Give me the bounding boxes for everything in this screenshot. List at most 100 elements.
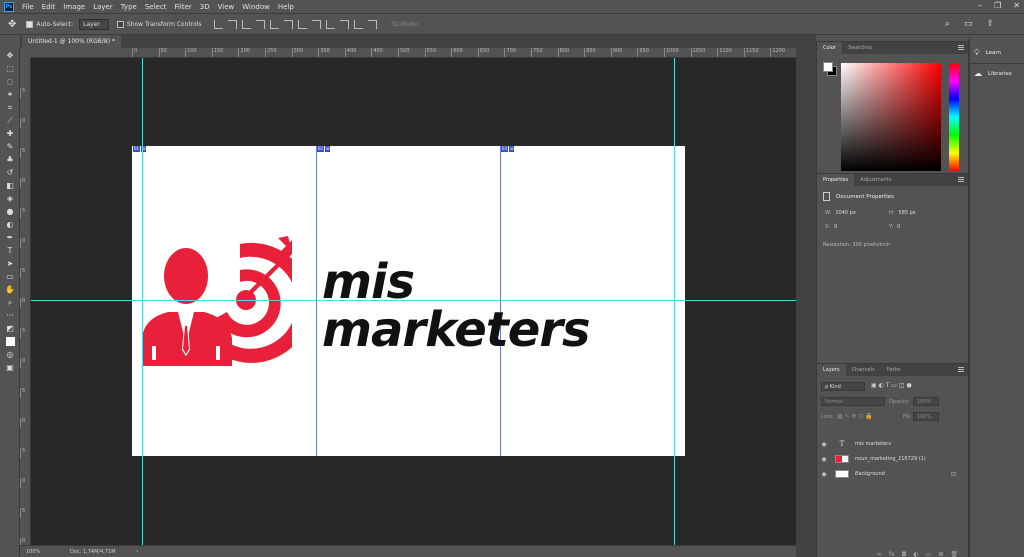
clone-stamp-tool-icon[interactable]: ♣	[3, 154, 17, 165]
guide-line[interactable]	[31, 300, 796, 301]
height-field[interactable]: H: 585 px	[889, 210, 916, 216]
move-tool-icon[interactable]: ✥	[3, 50, 17, 61]
libraries-button[interactable]: ☁ Libraries	[974, 69, 1012, 78]
opacity-field[interactable]: 100%	[913, 397, 939, 406]
menu-edit[interactable]: Edit	[42, 3, 56, 11]
tab-properties[interactable]: Properties	[817, 174, 855, 186]
new-group-icon[interactable]: ▭	[926, 551, 932, 557]
align-right-icon[interactable]	[283, 19, 293, 29]
x-field[interactable]: X: 0	[825, 224, 837, 230]
learn-button[interactable]: 💡︎ Learn	[974, 48, 1001, 58]
more-tools-icon[interactable]: ···	[3, 310, 17, 321]
paint-bucket-tool-icon[interactable]: ◈	[3, 193, 17, 204]
menu-filter[interactable]: Filter	[174, 3, 191, 11]
lock-icons[interactable]: ▦ ✎ ✥ ⊡ 🔒	[837, 413, 873, 420]
marquee-tool-icon[interactable]: ⬚	[3, 63, 17, 74]
foreground-color-icon[interactable]	[3, 336, 17, 347]
slice-badge[interactable]: 02 ⊞	[317, 146, 331, 152]
slice-badge[interactable]: 03 ⊞	[501, 146, 515, 152]
align-top-icon[interactable]	[213, 19, 223, 29]
blend-mode-select[interactable]: Normal	[821, 397, 885, 406]
tab-paths[interactable]: Paths	[881, 364, 907, 376]
blur-tool-icon[interactable]: ●	[3, 206, 17, 217]
document-canvas[interactable]: 01 ⊞ 02 ⊞ 03 ⊞ mis marketers	[132, 146, 685, 456]
distribute-right-icon[interactable]	[367, 19, 377, 29]
guide-line[interactable]	[142, 58, 143, 545]
adjustment-layer-icon[interactable]: ◐	[913, 551, 918, 557]
search-icon[interactable]: ⌕	[945, 19, 950, 29]
close-icon[interactable]: ✕	[1013, 1, 1020, 10]
layer-style-icon[interactable]: fx	[889, 551, 895, 557]
align-center-icon[interactable]	[269, 19, 279, 29]
y-field[interactable]: Y: 0	[889, 224, 900, 230]
distribute-middle-icon[interactable]	[311, 19, 321, 29]
tab-swatches[interactable]: Swatches	[842, 42, 878, 54]
color-field[interactable]	[841, 63, 941, 171]
align-bottom-icon[interactable]	[241, 19, 251, 29]
menu-window[interactable]: Window	[242, 3, 270, 11]
quick-mask-icon[interactable]: ◎	[3, 349, 17, 360]
width-field[interactable]: W: 1040 px	[825, 210, 856, 216]
hand-tool-icon[interactable]: ✋	[3, 284, 17, 295]
dodge-tool-icon[interactable]: ◐	[3, 219, 17, 230]
tab-layers[interactable]: Layers	[817, 364, 846, 376]
vertical-scrollbar[interactable]	[796, 35, 804, 557]
screen-mode-icon[interactable]: ▣	[3, 362, 17, 373]
workspace-icon[interactable]: ▭	[964, 19, 973, 29]
restore-icon[interactable]: ❐	[994, 1, 1001, 10]
layer-row[interactable]: ◉ Background ⊡	[817, 467, 968, 481]
menu-layer[interactable]: Layer	[93, 3, 113, 11]
layer-mask-icon[interactable]: ◘	[902, 551, 907, 557]
healing-brush-tool-icon[interactable]: ✚	[3, 128, 17, 139]
align-left-icon[interactable]	[255, 19, 265, 29]
document-tab[interactable]: Untitled-1 @ 100% (RGB/8) *	[22, 35, 121, 48]
distribute-top-icon[interactable]	[297, 19, 307, 29]
new-layer-icon[interactable]: ⊞	[938, 551, 943, 557]
menu-3d[interactable]: 3D	[200, 3, 210, 11]
zoom-level[interactable]: 100%	[26, 549, 66, 555]
menu-select[interactable]: Select	[145, 3, 167, 11]
menu-view[interactable]: View	[218, 3, 235, 11]
share-icon[interactable]: ⇪	[986, 19, 994, 29]
link-layers-icon[interactable]: ∞	[877, 551, 882, 557]
tab-color[interactable]: Color	[817, 42, 843, 54]
pen-tool-icon[interactable]: ✒	[3, 232, 17, 243]
foreground-swatch[interactable]	[823, 62, 833, 72]
magic-wand-tool-icon[interactable]: ✶	[3, 89, 17, 100]
rectangle-tool-icon[interactable]: ▭	[3, 271, 17, 282]
hue-slider[interactable]	[949, 63, 959, 171]
document-size[interactable]: Doc: 1,74M/4,71M	[70, 549, 116, 555]
fill-field[interactable]: 100%	[913, 412, 939, 421]
layer-kind-filter[interactable]: ρ Kind	[821, 382, 865, 391]
eye-icon[interactable]: ◉	[817, 471, 831, 478]
chevron-right-icon[interactable]: ›	[136, 549, 138, 555]
eye-icon[interactable]: ◉	[817, 456, 831, 463]
tab-channels[interactable]: Channels	[846, 364, 881, 376]
auto-select-dropdown[interactable]: Layer	[79, 18, 109, 30]
color-swap-icon[interactable]: ◩	[3, 323, 17, 334]
distribute-bottom-icon[interactable]	[325, 19, 335, 29]
eye-icon[interactable]: ◉	[817, 441, 831, 448]
type-tool-icon[interactable]: T	[3, 245, 17, 256]
history-brush-tool-icon[interactable]: ↺	[3, 167, 17, 178]
tab-adjustments[interactable]: Adjustments	[854, 174, 897, 186]
distribute-left-icon[interactable]	[339, 19, 349, 29]
move-tool-icon[interactable]: ✥	[8, 19, 16, 30]
brush-tool-icon[interactable]: ✎	[3, 141, 17, 152]
slice-badge[interactable]: 01 ⊞	[133, 146, 147, 152]
lasso-tool-icon[interactable]: ◌	[3, 76, 17, 87]
transform-controls-checkbox[interactable]	[116, 20, 124, 28]
panel-menu-icon[interactable]	[958, 177, 964, 182]
distribute-center-icon[interactable]	[353, 19, 363, 29]
layer-row[interactable]: ◉ T mis marketers	[817, 437, 968, 451]
panel-menu-icon[interactable]	[958, 45, 964, 50]
align-middle-icon[interactable]	[227, 19, 237, 29]
crop-tool-icon[interactable]: ⌗	[3, 102, 17, 113]
auto-select-checkbox[interactable]	[26, 20, 34, 28]
panel-menu-icon[interactable]	[958, 367, 964, 372]
menu-type[interactable]: Type	[121, 3, 137, 11]
minimize-icon[interactable]: –	[978, 1, 982, 10]
delete-layer-icon[interactable]: 🗑	[950, 551, 958, 557]
canvas-pasteboard[interactable]: 01 ⊞ 02 ⊞ 03 ⊞ mis marketers	[31, 58, 796, 545]
guide-line[interactable]	[674, 58, 675, 545]
